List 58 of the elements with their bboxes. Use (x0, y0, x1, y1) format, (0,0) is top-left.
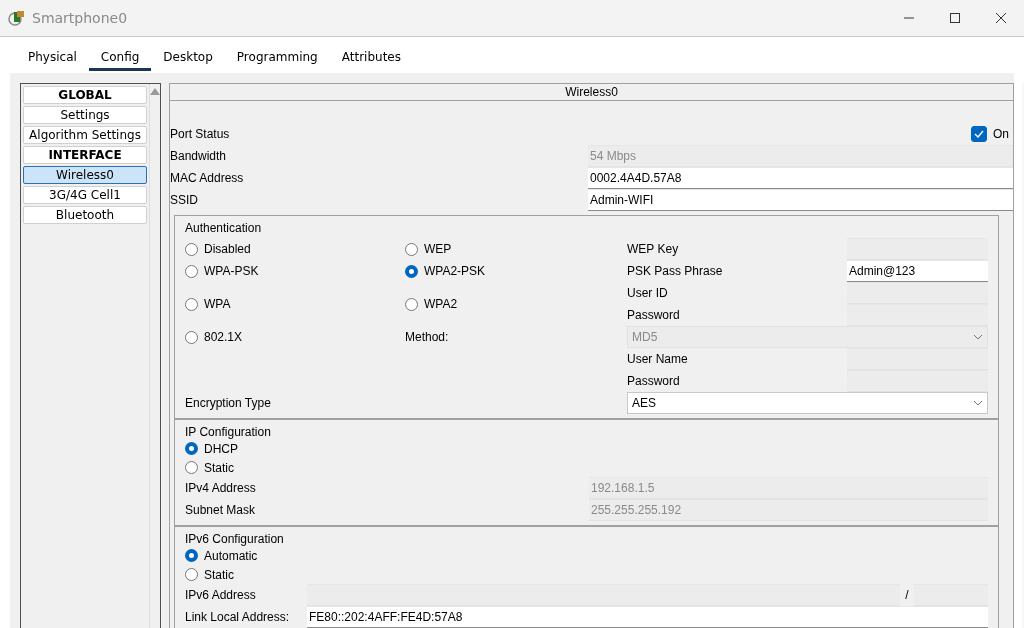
chevron-down-icon (973, 400, 983, 406)
group-title: Authentication (185, 221, 263, 235)
field-label: Encryption Type (185, 396, 271, 410)
sidebar-item[interactable]: Settings (23, 106, 147, 124)
checkmark-icon (974, 130, 984, 138)
field-label: Password (627, 308, 680, 322)
tab[interactable]: Programming (224, 45, 330, 71)
radio-button[interactable]: Disabled (185, 242, 251, 256)
chevron-down-icon (973, 334, 983, 340)
panel-title: Wireless0 (565, 85, 618, 99)
encryption-dropdown[interactable]: AES (627, 392, 988, 414)
radio-button[interactable]: 802.1X (185, 330, 243, 344)
input-field[interactable]: Admin-WIFI (588, 189, 1013, 211)
group-title: IP Configuration (185, 425, 272, 439)
radio-button[interactable]: Static (185, 460, 234, 475)
field-label: IPv4 Address (185, 481, 257, 495)
field-label: PSK Pass Phrase (627, 264, 723, 278)
radio-button[interactable]: WPA2-PSK (405, 264, 486, 278)
tab[interactable]: Physical (16, 45, 89, 71)
input-field[interactable]: FE80::202:4AFF:FE4D:57A8 (307, 606, 988, 628)
close-icon (996, 13, 1006, 23)
radio-button[interactable]: WEP (405, 242, 452, 256)
radio-button[interactable]: Static (185, 567, 234, 582)
radio-button[interactable]: WPA (185, 297, 231, 311)
sidebar-item[interactable]: Algorithm Settings (23, 126, 147, 144)
field-label: Subnet Mask (185, 503, 257, 517)
field-label: User ID (627, 286, 668, 300)
radio-button[interactable]: DHCP (185, 441, 238, 456)
window-title: Smartphone0 (32, 10, 129, 26)
prefix-separator: / (904, 588, 910, 602)
group-title: IPv6 Configuration (185, 532, 285, 546)
prefix-field[interactable] (914, 584, 988, 606)
field-label: MAC Address (170, 171, 245, 185)
input-field[interactable]: Admin@123 (847, 260, 988, 282)
checkbox-label: On (993, 127, 1009, 141)
field-label: Password (627, 374, 680, 388)
sidebar-heading: INTERFACE (23, 146, 147, 164)
field-label: WEP Key (627, 242, 679, 256)
radio-button[interactable]: WPA-PSK (185, 264, 259, 278)
sidebar-item[interactable]: Wireless0 (23, 166, 147, 184)
field-label: IPv6 Address (185, 588, 257, 602)
checkbox[interactable] (971, 126, 987, 142)
radio-button[interactable]: Automatic (185, 548, 258, 563)
tab[interactable]: Attributes (329, 45, 413, 71)
field-label: Bandwidth (170, 149, 228, 163)
radio-button[interactable]: WPA2 (405, 297, 458, 311)
field-label: SSID (170, 193, 199, 207)
sidebar-item[interactable]: Bluetooth (23, 206, 147, 224)
sidebar-heading: GLOBAL (23, 86, 147, 104)
field-label: Method: (405, 330, 449, 344)
field-label: Link Local Address: (185, 610, 291, 624)
input-field[interactable]: 0002.4A4D.57A8 (588, 167, 1013, 189)
field-label: Port Status (170, 127, 231, 141)
tab[interactable]: Desktop (151, 45, 225, 71)
sidebar-item[interactable]: 3G/4G Cell1 (23, 186, 147, 204)
maximize-icon (950, 13, 960, 23)
field-label: User Name (627, 352, 688, 366)
scroll-up-icon[interactable] (150, 88, 160, 95)
